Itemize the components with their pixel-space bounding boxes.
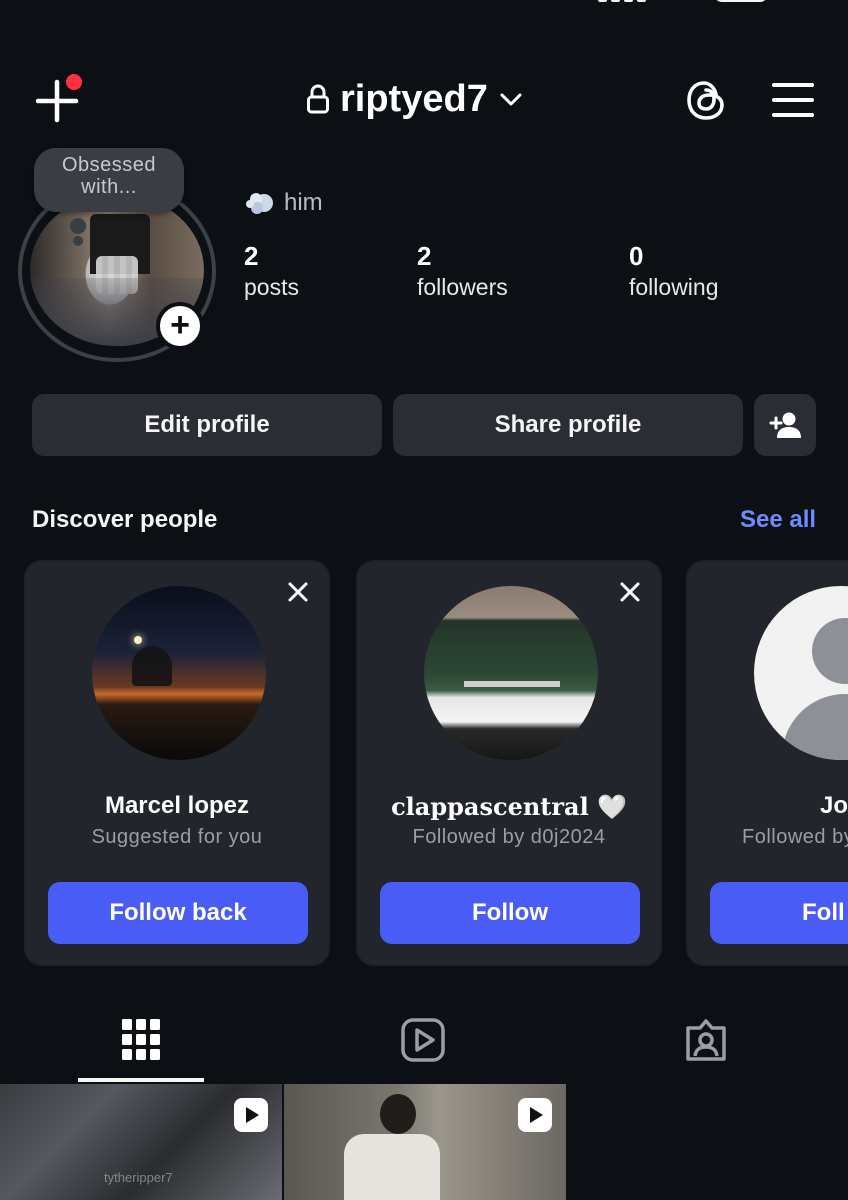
bio-text: him — [284, 189, 323, 216]
suggestion-avatar[interactable] — [424, 586, 598, 760]
post-thumbnail[interactable]: tytheripper7 — [0, 1084, 282, 1200]
suggestion-subtitle: Followed by d0j2024 — [412, 826, 606, 848]
plus-icon: + — [170, 305, 190, 344]
suggestion-card[interactable]: clappascentral 🤍 Followed by d0j2024 Fol… — [356, 560, 662, 966]
discover-people-title: Discover people — [32, 506, 218, 533]
chevron-down-icon — [500, 93, 522, 106]
dashing-away-emoji-icon — [246, 193, 273, 214]
profile-screen: riptyed7 + Obsessed with... him 2 posts … — [0, 0, 848, 1200]
reel-badge-icon — [518, 1098, 552, 1132]
suggestion-avatar[interactable] — [92, 586, 266, 760]
suggestion-card[interactable]: Marcel lopez Suggested for you Follow ba… — [24, 560, 330, 966]
follow-back-button[interactable]: Follow back — [48, 882, 308, 944]
signal-icon — [598, 0, 646, 2]
follow-button[interactable]: Foll — [710, 882, 848, 944]
new-post-button[interactable] — [32, 74, 82, 126]
suggestion-subtitle: Suggested for you — [91, 826, 263, 848]
discover-people-button[interactable] — [754, 394, 816, 456]
profile-header: riptyed7 — [0, 60, 848, 140]
bio: him — [244, 188, 323, 218]
username-title: riptyed7 — [340, 77, 488, 120]
add-person-icon — [769, 412, 801, 438]
profile-tabs — [0, 1010, 848, 1082]
suggestion-name[interactable]: Jo — [820, 792, 848, 820]
threads-icon[interactable] — [684, 76, 728, 124]
stat-posts[interactable]: 2 posts — [244, 240, 299, 302]
notification-dot — [66, 74, 82, 90]
suggestion-name[interactable]: Marcel lopez — [26, 792, 328, 820]
note-bubble[interactable]: Obsessed with... — [34, 148, 184, 212]
reels-icon — [401, 1018, 445, 1062]
suggestion-name[interactable]: clappascentral 🤍 — [358, 792, 660, 821]
reel-badge-icon — [234, 1098, 268, 1132]
hamburger-menu-icon[interactable] — [772, 80, 814, 120]
tab-tagged[interactable] — [676, 1010, 736, 1070]
edit-profile-button[interactable]: Edit profile — [32, 394, 382, 456]
default-avatar-icon[interactable] — [754, 586, 848, 760]
battery-icon — [714, 0, 768, 2]
grid-icon — [122, 1019, 160, 1060]
close-icon[interactable] — [286, 580, 310, 604]
account-switcher[interactable]: riptyed7 — [306, 74, 524, 124]
tab-reels[interactable] — [393, 1010, 453, 1070]
tagged-icon — [686, 1019, 726, 1061]
suggestion-subtitle: Followed by — [742, 826, 848, 848]
active-tab-indicator — [78, 1078, 204, 1082]
add-story-button[interactable]: + — [156, 302, 204, 350]
suggestion-card[interactable]: Jo Followed by Foll — [686, 560, 848, 966]
close-icon[interactable] — [618, 580, 642, 604]
see-all-link[interactable]: See all — [740, 506, 816, 534]
watermark-text: tytheripper7 — [104, 1170, 173, 1185]
tab-grid[interactable] — [111, 1010, 171, 1070]
status-bar — [0, 0, 848, 8]
stat-followers[interactable]: 2 followers — [417, 240, 508, 302]
note-text: Obsessed with... — [61, 154, 157, 198]
share-profile-button[interactable]: Share profile — [393, 394, 743, 456]
stat-following[interactable]: 0 following — [629, 240, 719, 302]
post-thumbnail[interactable] — [284, 1084, 566, 1200]
lock-icon — [307, 84, 329, 114]
follow-button[interactable]: Follow — [380, 882, 640, 944]
